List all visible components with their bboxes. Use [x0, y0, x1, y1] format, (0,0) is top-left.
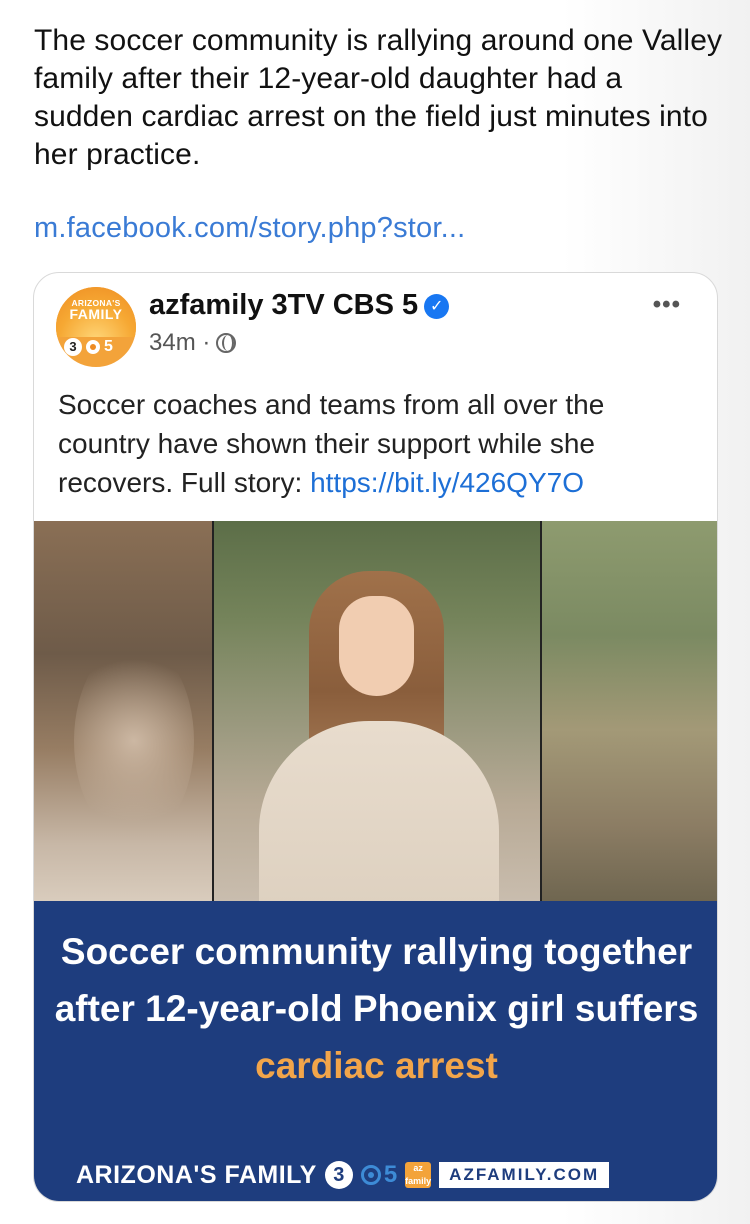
headline-text: Soccer community rallying together after… — [54, 931, 699, 1029]
cbs-eye-icon — [360, 1165, 381, 1185]
page-name-text[interactable]: azfamily 3TV CBS 5 — [149, 289, 418, 321]
tweet-link[interactable]: m.facebook.com/story.php?stor... — [34, 212, 465, 245]
more-icon[interactable]: ••• — [653, 291, 681, 319]
az-family-logo: az family — [405, 1162, 432, 1188]
page-avatar[interactable]: ARIZONA'S FAMILY 3 5 — [56, 287, 136, 367]
channel-3-logo: 3 — [324, 1161, 353, 1189]
channel-5-label: 5 — [104, 338, 113, 355]
post-link[interactable]: https://bit.ly/426QY7O — [310, 467, 584, 498]
facebook-post-card[interactable]: ARIZONA'S FAMILY 3 5 azfamily 3TV CBS 5 ✓… — [33, 272, 718, 1202]
post-meta: 34m · — [149, 329, 237, 357]
cbs-eye-icon — [86, 340, 100, 354]
tweet-text: The soccer community is rallying around … — [34, 24, 723, 171]
page-name[interactable]: azfamily 3TV CBS 5 ✓ — [149, 289, 450, 322]
headline-accent: cardiac arrest — [255, 1045, 498, 1086]
post-photo[interactable] — [34, 521, 717, 901]
photo-blur-left — [34, 521, 212, 901]
photo-blur-right — [542, 521, 717, 901]
portrait-body — [259, 721, 499, 901]
post-text: Soccer coaches and teams from all over t… — [58, 385, 698, 502]
avatar-line2: FAMILY — [69, 306, 123, 322]
girl-portrait — [212, 521, 542, 901]
post-time[interactable]: 34m · — [149, 329, 210, 357]
channel-5-logo: 5 — [360, 1161, 398, 1189]
news-banner[interactable]: Soccer community rallying together after… — [34, 901, 717, 1201]
brand-url: AZFAMILY.COM — [439, 1162, 610, 1188]
brand-name: ARIZONA'S FAMILY — [76, 1160, 317, 1189]
globe-icon — [216, 333, 237, 353]
channel-5-number: 5 — [383, 1161, 398, 1188]
portrait-face — [339, 596, 414, 696]
verified-icon: ✓ — [424, 294, 450, 319]
channel-3-badge: 3 — [64, 338, 82, 356]
banner-headline: Soccer community rallying together after… — [34, 923, 717, 1094]
brand-bar: ARIZONA'S FAMILY 3 5 az family AZFAMILY.… — [76, 1157, 610, 1193]
avatar-channels: 3 5 — [64, 336, 113, 358]
